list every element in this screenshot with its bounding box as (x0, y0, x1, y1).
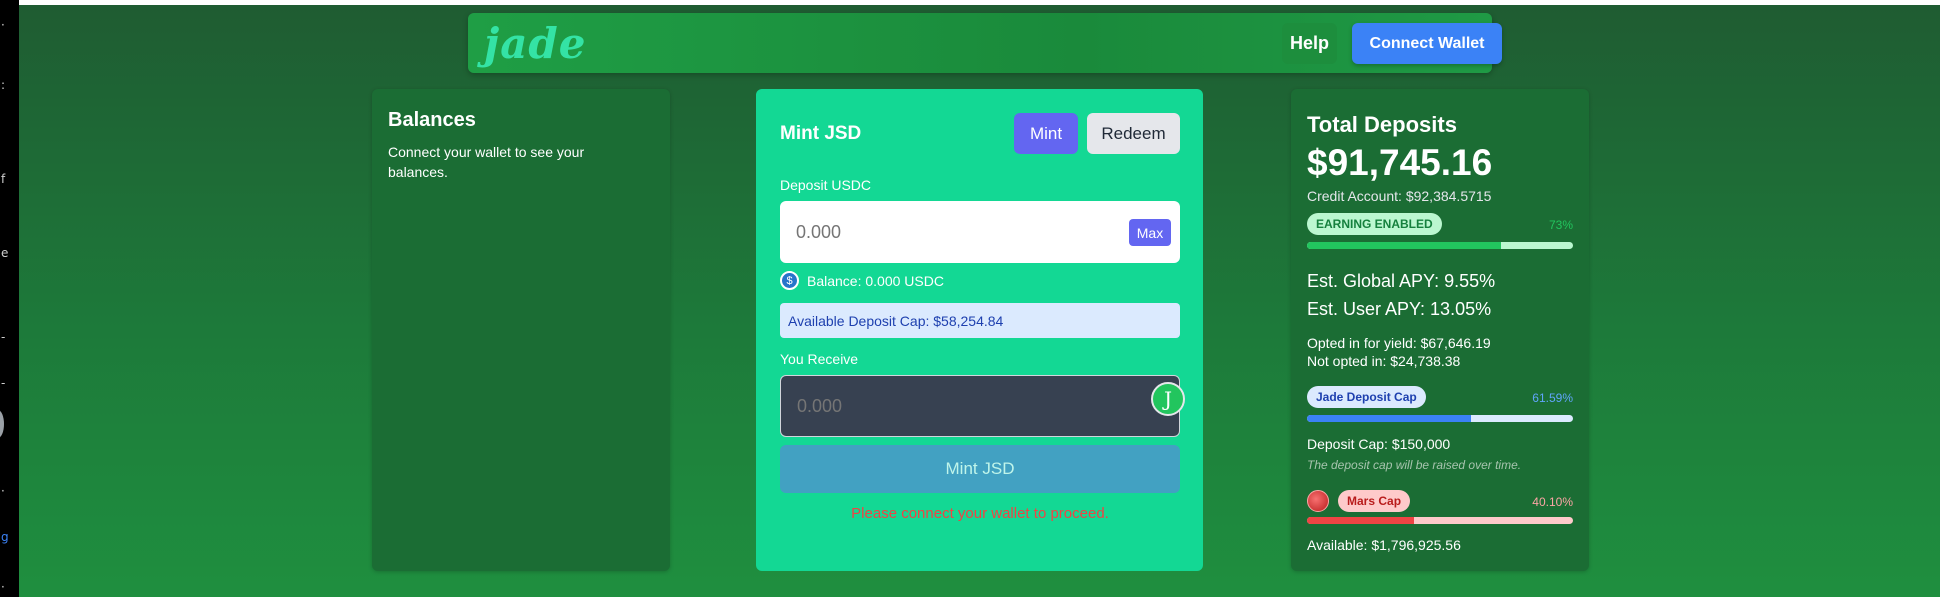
user-apy: Est. User APY: 13.05% (1307, 299, 1492, 319)
tab-redeem[interactable]: Redeem (1087, 113, 1180, 154)
balances-title: Balances (388, 109, 476, 131)
mars-cap-percent: 40.10% (1532, 495, 1573, 509)
mars-cap-progress-fill (1307, 517, 1414, 524)
deposits-amount: $91,745.16 (1307, 142, 1493, 183)
usdc-balance-text: Balance: 0.000 USDC (807, 272, 944, 289)
usdc-coin-icon: $ (780, 271, 799, 290)
balances-card: Balances Connect your wallet to see your… (372, 89, 670, 571)
connect-warning: Please connect your wallet to proceed. (851, 505, 1109, 522)
earning-enabled-badge: EARNING ENABLED (1307, 213, 1442, 235)
global-apy: Est. Global APY: 9.55% (1307, 271, 1496, 291)
jade-deposit-cap-badge: Jade Deposit Cap (1307, 386, 1426, 408)
jade-cap-progress-bar (1307, 415, 1573, 422)
earning-progress-bar (1307, 242, 1573, 249)
jsd-token-icon: J (1151, 382, 1185, 416)
side-panel-edge: · : f e - - · g · (0, 0, 19, 597)
receive-amount-field (780, 375, 1180, 437)
max-button[interactable]: Max (1129, 219, 1171, 246)
tab-mint[interactable]: Mint (1014, 113, 1078, 154)
deposit-label: Deposit USDC (780, 177, 872, 193)
deposit-cap-note: The deposit cap will be raised over time… (1307, 458, 1522, 472)
balances-message: Connect your wallet to see your balances… (388, 144, 585, 180)
edge-glyph: f (1, 172, 6, 186)
edge-glyph: g (1, 530, 9, 544)
opted-in-amount: Opted in for yield: $67,646.19 (1307, 335, 1491, 351)
earning-percent: 73% (1548, 218, 1573, 232)
not-opted-in-amount: Not opted in: $24,738.38 (1307, 353, 1461, 369)
jade-logo[interactable]: jade (484, 19, 587, 68)
edge-glyph: - (1, 330, 6, 344)
mars-available: Available: $1,796,925.56 (1307, 537, 1461, 553)
mint-card: Mint JSD Mint Redeem Deposit USDC Max $ … (756, 89, 1203, 571)
edge-glyph: - (1, 376, 6, 390)
edge-glyph: · (1, 484, 5, 498)
mint-jsd-button[interactable]: Mint JSD (780, 445, 1180, 493)
usdc-balance-row: $ Balance: 0.000 USDC (780, 271, 944, 290)
receive-label: You Receive (780, 351, 859, 367)
deposits-title: Total Deposits (1307, 112, 1457, 137)
jade-cap-progress-fill (1307, 415, 1471, 422)
edge-glyph: e (1, 246, 9, 260)
deposit-amount-input[interactable] (780, 201, 1180, 263)
available-cap-notice: Available Deposit Cap: $58,254.84 (780, 303, 1180, 338)
app-page: jade Help Connect Wallet Balances Connec… (19, 5, 1940, 597)
deposit-cap-value: Deposit Cap: $150,000 (1307, 436, 1451, 452)
edge-avatar (0, 410, 4, 438)
total-deposits-card: Total Deposits $91,745.16 Credit Account… (1291, 89, 1589, 571)
edge-glyph: : (1, 78, 6, 92)
edge-glyph: · (1, 18, 5, 32)
top-navbar: jade Help Connect Wallet (468, 13, 1502, 73)
earning-progress-fill (1307, 242, 1502, 249)
connect-wallet-button[interactable]: Connect Wallet (1352, 23, 1502, 64)
mint-title: Mint JSD (780, 123, 862, 144)
mars-planet-icon (1307, 490, 1329, 512)
mars-cap-badge: Mars Cap (1338, 490, 1411, 512)
edge-glyph: · (1, 580, 5, 594)
help-button[interactable]: Help (1282, 23, 1337, 64)
credit-account: Credit Account: $92,384.5715 (1307, 188, 1492, 204)
jade-cap-percent: 61.59% (1532, 391, 1573, 405)
mars-cap-progress-bar (1307, 517, 1573, 524)
